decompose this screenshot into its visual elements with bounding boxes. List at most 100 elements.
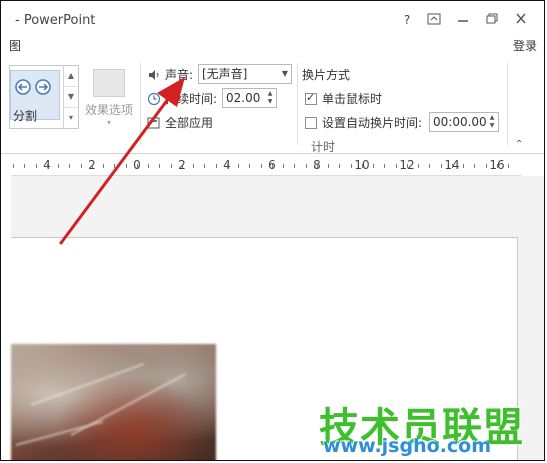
ruler-tick [103, 164, 104, 168]
ruler-tick [47, 164, 48, 168]
ruler-tick [429, 164, 430, 168]
ruler-tick [137, 164, 138, 168]
ruler-tick [92, 164, 93, 168]
ruler-tick [126, 164, 127, 168]
duration-row: 持续时间: [147, 90, 217, 107]
after-time-spinner[interactable]: 00:00.00 ▲ ▼ [429, 112, 499, 132]
ruler-tick [81, 164, 82, 168]
ruler-tick [407, 164, 408, 168]
spinner-arrows-icon[interactable]: ▲ ▼ [265, 90, 275, 106]
ruler-tick [362, 164, 363, 168]
duration-spinner[interactable]: 02.00 ▲ ▼ [222, 88, 277, 108]
tab-view[interactable]: 图 [9, 37, 21, 54]
ribbon-display-options-icon[interactable] [427, 13, 445, 25]
window-title: - PowerPoint [15, 13, 96, 28]
ruler-tick [283, 164, 284, 168]
slide-photo[interactable] [11, 344, 216, 460]
on-mouse-click-checkbox[interactable] [305, 91, 317, 105]
ruler-tick [351, 164, 352, 168]
ruler-tick [58, 164, 59, 168]
restore-icon[interactable] [485, 13, 503, 25]
horizontal-ruler: 420246810121416 [11, 155, 521, 176]
transition-split-item[interactable]: 分割 [10, 70, 60, 123]
chevron-down-icon: ▾ [106, 118, 111, 127]
apply-all-icon [147, 117, 160, 128]
ruler-tick [182, 164, 183, 168]
speaker-icon [149, 69, 159, 80]
ruler-tick [396, 164, 397, 168]
gallery-more-icon[interactable]: ▾ [64, 108, 78, 128]
effect-options-label: 效果选项 [84, 103, 133, 117]
group-divider [140, 63, 141, 145]
ruler-tick [24, 164, 25, 168]
ruler-tick [452, 164, 453, 168]
title-bar: - PowerPoint ? [1, 1, 544, 35]
split-transition-icon [15, 79, 51, 95]
login-link[interactable]: 登录 [513, 37, 537, 54]
chevron-down-icon: ▼ [281, 69, 288, 78]
sound-row: 声音: [147, 66, 193, 83]
group-divider [507, 63, 508, 145]
duration-label: 持续时间: [165, 92, 218, 106]
after-time-label: 设置自动换片时间: [322, 116, 423, 130]
minimize-icon[interactable] [456, 13, 474, 25]
on-mouse-click-label: 单击鼠标时 [322, 92, 383, 106]
sound-dropdown[interactable]: [无声音] ▼ [198, 64, 292, 84]
ruler-tick [227, 164, 228, 168]
ruler-tick [418, 164, 419, 168]
sound-label: 声音: [165, 68, 194, 82]
effect-options-icon [93, 69, 125, 97]
ruler-tick [486, 164, 487, 168]
help-button[interactable]: ? [398, 13, 416, 27]
photo-blur-streak [15, 420, 104, 446]
clock-icon [147, 92, 161, 105]
slide-canvas [11, 176, 544, 460]
ruler-tick [508, 164, 509, 168]
ruler-tick [249, 164, 250, 168]
ruler-tick [159, 164, 160, 168]
ruler-tick [171, 164, 172, 168]
ruler-tick [272, 164, 273, 168]
ruler-tick [463, 164, 464, 168]
ruler-tick [148, 164, 149, 168]
ruler-tick [474, 164, 475, 168]
ruler-tick [69, 164, 70, 168]
group-divider [297, 63, 298, 145]
effect-options-button[interactable]: 效果选项 ▾ [83, 65, 135, 127]
ruler-tick [441, 164, 442, 168]
spinner-arrows-icon[interactable]: ▲ ▼ [487, 114, 497, 130]
ribbon-tab-row: 图 登录 [1, 35, 544, 55]
collapse-ribbon-icon[interactable]: ⌃ [515, 139, 523, 150]
after-time-checkbox[interactable] [305, 116, 317, 129]
ruler-tick [261, 164, 262, 168]
ruler-tick [317, 164, 318, 168]
ribbon: 分割 ▲ ▼ ▾ 效果选项 ▾ 声音: [无声音] ▼ 持续时间: 02.00 … [1, 57, 544, 154]
duration-value: 02.00 [226, 91, 261, 105]
slide[interactable] [11, 237, 518, 460]
gallery-scroll[interactable]: ▲ ▼ ▾ [63, 66, 78, 128]
ruler-tick [238, 164, 239, 168]
after-time-value: 00:00.00 [433, 115, 487, 129]
timing-group-label: 计时 [311, 140, 336, 154]
ruler-tick [36, 164, 37, 168]
photo-blur-streak [30, 363, 145, 406]
on-mouse-click-option[interactable]: 单击鼠标时 [305, 90, 382, 107]
transition-gallery[interactable]: 分割 ▲ ▼ ▾ [9, 65, 79, 129]
gallery-down-icon[interactable]: ▼ [64, 87, 78, 108]
ruler-tick [306, 164, 307, 168]
close-icon[interactable] [514, 13, 532, 25]
sound-value: [无声音] [202, 67, 248, 81]
ruler-tick [497, 164, 498, 168]
ruler-tick [193, 164, 194, 168]
powerpoint-window: - PowerPoint ? 图 登录 分割 ▲ ▼ ▾ 效果选项 ▾ 声音: … [0, 0, 545, 461]
ruler-tick [373, 164, 374, 168]
gallery-up-icon[interactable]: ▲ [64, 66, 78, 87]
advance-slide-title: 换片方式 [302, 68, 351, 82]
ruler-tick [339, 164, 340, 168]
after-time-option[interactable]: 设置自动换片时间: [305, 114, 422, 131]
ruler-tick [216, 164, 217, 168]
ruler-tick [328, 164, 329, 168]
apply-all-label: 全部应用 [165, 116, 214, 130]
apply-all-button[interactable]: 全部应用 [147, 114, 213, 131]
ruler-tick [384, 164, 385, 168]
